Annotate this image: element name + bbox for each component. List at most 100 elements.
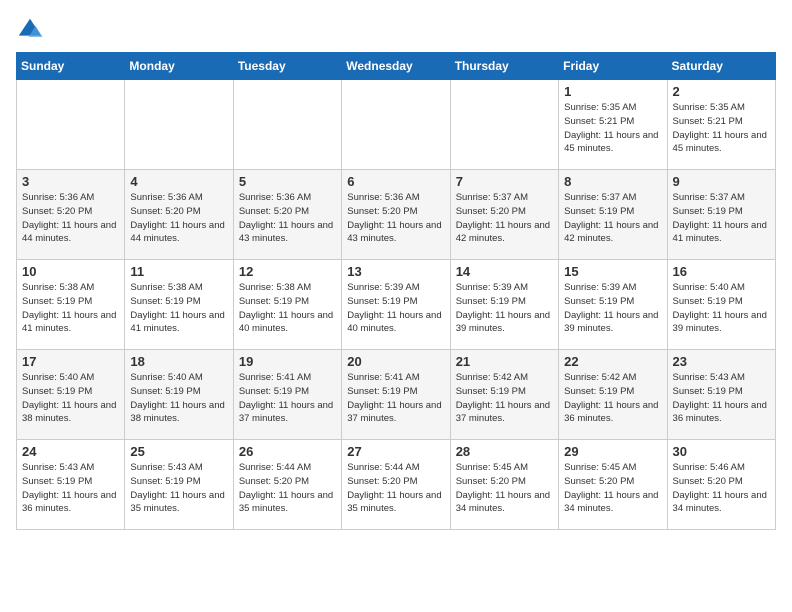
- day-number: 22: [564, 354, 661, 369]
- calendar-cell: 11 Sunrise: 5:38 AMSunset: 5:19 PMDayligh…: [125, 260, 233, 350]
- calendar-cell: [17, 80, 125, 170]
- calendar-cell: 16 Sunrise: 5:40 AMSunset: 5:19 PMDayligh…: [667, 260, 775, 350]
- day-info: Sunrise: 5:38 AMSunset: 5:19 PMDaylight:…: [239, 282, 333, 334]
- week-row-3: 10 Sunrise: 5:38 AMSunset: 5:19 PMDayligh…: [17, 260, 776, 350]
- day-info: Sunrise: 5:37 AMSunset: 5:20 PMDaylight:…: [456, 192, 550, 244]
- calendar-cell: 21 Sunrise: 5:42 AMSunset: 5:19 PMDayligh…: [450, 350, 558, 440]
- day-info: Sunrise: 5:44 AMSunset: 5:20 PMDaylight:…: [239, 462, 333, 514]
- day-number: 20: [347, 354, 444, 369]
- day-info: Sunrise: 5:40 AMSunset: 5:19 PMDaylight:…: [130, 372, 224, 424]
- day-number: 29: [564, 444, 661, 459]
- calendar-cell: 30 Sunrise: 5:46 AMSunset: 5:20 PMDayligh…: [667, 440, 775, 530]
- day-info: Sunrise: 5:36 AMSunset: 5:20 PMDaylight:…: [130, 192, 224, 244]
- calendar-cell: 18Sunrise: 5:40 AMSunset: 5:19 PMDayligh…: [125, 350, 233, 440]
- day-number: 24: [22, 444, 119, 459]
- day-number: 8: [564, 174, 661, 189]
- calendar-cell: 23 Sunrise: 5:43 AMSunset: 5:19 PMDayligh…: [667, 350, 775, 440]
- calendar-cell: 26 Sunrise: 5:44 AMSunset: 5:20 PMDayligh…: [233, 440, 341, 530]
- page-header: [16, 16, 776, 44]
- day-number: 23: [673, 354, 770, 369]
- calendar-cell: 20 Sunrise: 5:41 AMSunset: 5:19 PMDayligh…: [342, 350, 450, 440]
- day-number: 15: [564, 264, 661, 279]
- weekday-tuesday: Tuesday: [233, 53, 341, 80]
- calendar-cell: 9 Sunrise: 5:37 AMSunset: 5:19 PMDaylight…: [667, 170, 775, 260]
- day-info: Sunrise: 5:36 AMSunset: 5:20 PMDaylight:…: [239, 192, 333, 244]
- day-number: 25: [130, 444, 227, 459]
- calendar-cell: 10Sunrise: 5:38 AMSunset: 5:19 PMDayligh…: [17, 260, 125, 350]
- day-number: 12: [239, 264, 336, 279]
- calendar-cell: [233, 80, 341, 170]
- day-info: Sunrise: 5:36 AMSunset: 5:20 PMDaylight:…: [22, 192, 116, 244]
- day-info: Sunrise: 5:39 AMSunset: 5:19 PMDaylight:…: [347, 282, 441, 334]
- calendar-header: SundayMondayTuesdayWednesdayThursdayFrid…: [17, 53, 776, 80]
- day-number: 27: [347, 444, 444, 459]
- calendar-cell: 28Sunrise: 5:45 AMSunset: 5:20 PMDayligh…: [450, 440, 558, 530]
- day-info: Sunrise: 5:42 AMSunset: 5:19 PMDaylight:…: [564, 372, 658, 424]
- weekday-friday: Friday: [559, 53, 667, 80]
- day-info: Sunrise: 5:38 AMSunset: 5:19 PMDaylight:…: [130, 282, 224, 334]
- calendar-cell: 5 Sunrise: 5:36 AMSunset: 5:20 PMDaylight…: [233, 170, 341, 260]
- calendar-cell: 3 Sunrise: 5:36 AMSunset: 5:20 PMDaylight…: [17, 170, 125, 260]
- calendar-cell: [450, 80, 558, 170]
- day-number: 3: [22, 174, 119, 189]
- day-number: 5: [239, 174, 336, 189]
- day-info: Sunrise: 5:39 AMSunset: 5:19 PMDaylight:…: [564, 282, 658, 334]
- day-number: 19: [239, 354, 336, 369]
- day-number: 4: [130, 174, 227, 189]
- calendar-cell: 22 Sunrise: 5:42 AMSunset: 5:19 PMDayligh…: [559, 350, 667, 440]
- day-number: 1: [564, 84, 661, 99]
- calendar: SundayMondayTuesdayWednesdayThursdayFrid…: [16, 52, 776, 530]
- calendar-cell: 17 Sunrise: 5:40 AMSunset: 5:19 PMDayligh…: [17, 350, 125, 440]
- calendar-cell: 12 Sunrise: 5:38 AMSunset: 5:19 PMDayligh…: [233, 260, 341, 350]
- weekday-sunday: Sunday: [17, 53, 125, 80]
- calendar-cell: 4 Sunrise: 5:36 AMSunset: 5:20 PMDaylight…: [125, 170, 233, 260]
- day-number: 21: [456, 354, 553, 369]
- day-info: Sunrise: 5:35 AMSunset: 5:21 PMDaylight:…: [673, 102, 767, 154]
- day-number: 2: [673, 84, 770, 99]
- day-number: 10: [22, 264, 119, 279]
- weekday-monday: Monday: [125, 53, 233, 80]
- calendar-body: 1 Sunrise: 5:35 AMSunset: 5:21 PMDaylight…: [17, 80, 776, 530]
- logo: [16, 16, 48, 44]
- day-info: Sunrise: 5:37 AMSunset: 5:19 PMDaylight:…: [564, 192, 658, 244]
- week-row-2: 3 Sunrise: 5:36 AMSunset: 5:20 PMDaylight…: [17, 170, 776, 260]
- day-info: Sunrise: 5:43 AMSunset: 5:19 PMDaylight:…: [22, 462, 116, 514]
- day-info: Sunrise: 5:45 AMSunset: 5:20 PMDaylight:…: [564, 462, 658, 514]
- calendar-cell: 6Sunrise: 5:36 AMSunset: 5:20 PMDaylight…: [342, 170, 450, 260]
- day-number: 30: [673, 444, 770, 459]
- calendar-cell: 19Sunrise: 5:41 AMSunset: 5:19 PMDayligh…: [233, 350, 341, 440]
- weekday-row: SundayMondayTuesdayWednesdayThursdayFrid…: [17, 53, 776, 80]
- logo-icon: [16, 16, 44, 44]
- day-info: Sunrise: 5:42 AMSunset: 5:19 PMDaylight:…: [456, 372, 550, 424]
- day-info: Sunrise: 5:36 AMSunset: 5:20 PMDaylight:…: [347, 192, 441, 244]
- day-number: 13: [347, 264, 444, 279]
- weekday-wednesday: Wednesday: [342, 53, 450, 80]
- day-info: Sunrise: 5:41 AMSunset: 5:19 PMDaylight:…: [347, 372, 441, 424]
- calendar-cell: 15 Sunrise: 5:39 AMSunset: 5:19 PMDayligh…: [559, 260, 667, 350]
- day-info: Sunrise: 5:40 AMSunset: 5:19 PMDaylight:…: [22, 372, 116, 424]
- calendar-cell: 13 Sunrise: 5:39 AMSunset: 5:19 PMDayligh…: [342, 260, 450, 350]
- day-number: 26: [239, 444, 336, 459]
- week-row-4: 17 Sunrise: 5:40 AMSunset: 5:19 PMDayligh…: [17, 350, 776, 440]
- day-info: Sunrise: 5:37 AMSunset: 5:19 PMDaylight:…: [673, 192, 767, 244]
- calendar-cell: 29 Sunrise: 5:45 AMSunset: 5:20 PMDayligh…: [559, 440, 667, 530]
- calendar-cell: 1Sunrise: 5:35 AMSunset: 5:21 PMDaylight…: [559, 80, 667, 170]
- day-info: Sunrise: 5:44 AMSunset: 5:20 PMDaylight:…: [347, 462, 441, 514]
- day-info: Sunrise: 5:45 AMSunset: 5:20 PMDaylight:…: [456, 462, 550, 514]
- day-number: 9: [673, 174, 770, 189]
- calendar-cell: [342, 80, 450, 170]
- day-number: 14: [456, 264, 553, 279]
- day-info: Sunrise: 5:43 AMSunset: 5:19 PMDaylight:…: [673, 372, 767, 424]
- week-row-1: 1 Sunrise: 5:35 AMSunset: 5:21 PMDaylight…: [17, 80, 776, 170]
- day-info: Sunrise: 5:39 AMSunset: 5:19 PMDaylight:…: [456, 282, 550, 334]
- calendar-cell: 24 Sunrise: 5:43 AMSunset: 5:19 PMDayligh…: [17, 440, 125, 530]
- day-number: 16: [673, 264, 770, 279]
- day-number: 17: [22, 354, 119, 369]
- day-number: 7: [456, 174, 553, 189]
- calendar-cell: 7 Sunrise: 5:37 AMSunset: 5:20 PMDaylight…: [450, 170, 558, 260]
- day-info: Sunrise: 5:40 AMSunset: 5:19 PMDaylight:…: [673, 282, 767, 334]
- day-number: 11: [130, 264, 227, 279]
- calendar-cell: 27 Sunrise: 5:44 AMSunset: 5:20 PMDayligh…: [342, 440, 450, 530]
- day-info: Sunrise: 5:46 AMSunset: 5:20 PMDaylight:…: [673, 462, 767, 514]
- calendar-cell: [125, 80, 233, 170]
